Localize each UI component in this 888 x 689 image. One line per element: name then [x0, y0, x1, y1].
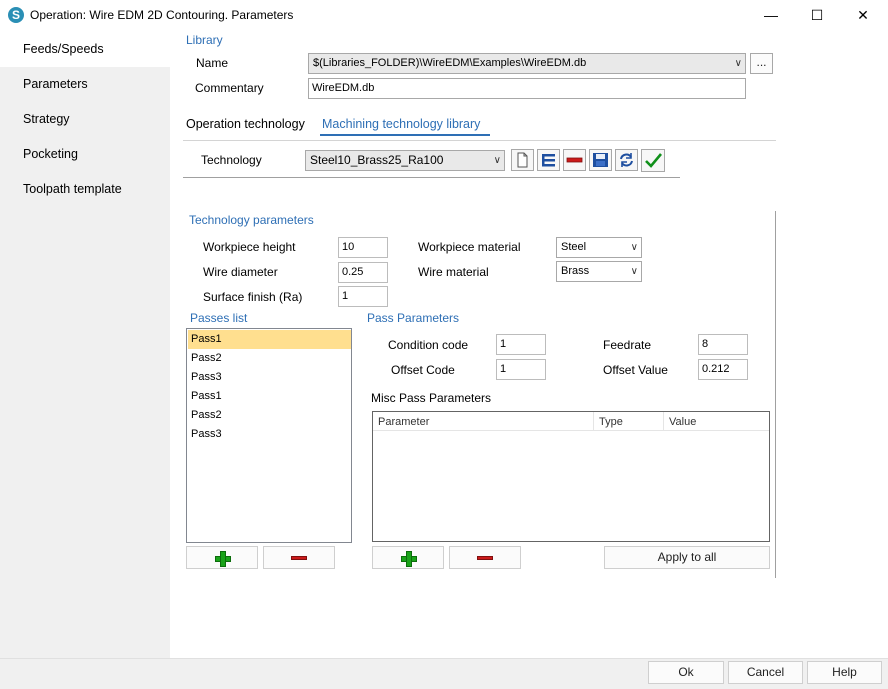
column-header-value[interactable]: Value [669, 416, 696, 428]
column-divider [593, 412, 594, 431]
delete-icon[interactable] [563, 149, 586, 171]
technology-divider [183, 177, 680, 178]
panel-vertical-rule [775, 211, 776, 578]
offset-code-label: Offset Code [391, 363, 455, 377]
passes-listbox[interactable]: Pass1 Pass2 Pass3 Pass1 Pass2 Pass3 [186, 328, 352, 543]
name-label: Name [196, 56, 229, 70]
wire-material-label: Wire material [418, 265, 489, 279]
surface-finish-label: Surface finish (Ra) [203, 290, 303, 304]
workpiece-material-select[interactable]: Steel ∨ [556, 237, 642, 258]
list-item[interactable]: Pass3 [188, 425, 351, 444]
apply-to-all-button[interactable]: Apply to all [604, 546, 770, 569]
wire-material-value: Brass [561, 265, 590, 277]
new-document-icon[interactable] [511, 149, 534, 171]
minus-icon [291, 555, 307, 560]
browse-library-button[interactable]: ... [750, 53, 773, 74]
offset-value-label: Offset Value [603, 363, 668, 377]
minus-icon [477, 555, 493, 560]
tab-operation-technology[interactable]: Operation technology [186, 117, 305, 131]
save-icon[interactable] [589, 149, 612, 171]
chevron-down-icon: ∨ [630, 266, 638, 277]
sidebar-item-toolpath-template[interactable]: Toolpath template [0, 172, 170, 207]
tab-machining-technology-library[interactable]: Machining technology library [322, 117, 480, 131]
sidebar: Feeds/Speeds Parameters Strategy Pocketi… [0, 32, 170, 658]
minimize-button[interactable]: — [748, 0, 794, 30]
column-divider [663, 412, 664, 431]
offset-code-field[interactable]: 1 [496, 359, 546, 380]
workpiece-material-label: Workpiece material [418, 240, 521, 254]
commentary-label: Commentary [195, 81, 264, 95]
refresh-icon[interactable] [615, 149, 638, 171]
remove-misc-parameter-button[interactable] [449, 546, 521, 569]
maximize-button[interactable]: ☐ [794, 0, 840, 30]
tab-divider [183, 140, 776, 141]
list-item[interactable]: Pass2 [188, 406, 351, 425]
list-item[interactable]: Pass2 [188, 349, 351, 368]
sidebar-item-parameters[interactable]: Parameters [0, 67, 170, 102]
library-name-combo[interactable]: $(Libraries_FOLDER)\WireEDM\Examples\Wir… [308, 53, 746, 74]
misc-parameters-grid[interactable]: Parameter Type Value [372, 411, 770, 542]
misc-pass-parameters-label: Misc Pass Parameters [371, 391, 492, 405]
technology-label: Technology [201, 153, 262, 167]
workpiece-height-label: Workpiece height [203, 240, 296, 254]
commentary-field[interactable]: WireEDM.db [308, 78, 746, 99]
wire-material-select[interactable]: Brass ∨ [556, 261, 642, 282]
window-title: Operation: Wire EDM 2D Contouring. Param… [30, 8, 294, 22]
sidebar-item-pocketing[interactable]: Pocketing [0, 137, 170, 172]
wire-diameter-label: Wire diameter [203, 265, 278, 279]
list-item[interactable]: Pass1 [188, 387, 351, 406]
cancel-button[interactable]: Cancel [728, 661, 803, 684]
condition-code-label: Condition code [388, 338, 469, 352]
pass-parameters-section-label: Pass Parameters [367, 311, 460, 325]
surface-finish-field[interactable]: 1 [338, 286, 388, 307]
workpiece-material-value: Steel [561, 241, 587, 253]
chevron-down-icon: ∨ [493, 155, 501, 166]
app-logo-icon: S [8, 7, 24, 23]
insert-icon[interactable] [537, 149, 560, 171]
close-button[interactable]: ✕ [840, 0, 886, 30]
passes-list-section-label: Passes list [190, 311, 248, 325]
technology-parameters-section-label: Technology parameters [189, 213, 314, 227]
library-name-value: $(Libraries_FOLDER)\WireEDM\Examples\Wir… [313, 57, 587, 69]
sidebar-item-feeds-speeds[interactable]: Feeds/Speeds [0, 32, 170, 67]
chevron-down-icon: ∨ [630, 242, 638, 253]
offset-value-field[interactable]: 0.212 [698, 359, 748, 380]
technology-value: Steel10_Brass25_Ra100 [310, 153, 444, 167]
chevron-down-icon: ∨ [734, 58, 742, 69]
grid-header: Parameter Type Value [373, 412, 769, 431]
column-header-type[interactable]: Type [599, 416, 623, 428]
apply-check-icon[interactable] [641, 149, 665, 172]
condition-code-field[interactable]: 1 [496, 334, 546, 355]
list-item[interactable]: Pass1 [188, 330, 351, 349]
wire-diameter-field[interactable]: 0.25 [338, 262, 388, 283]
add-misc-parameter-button[interactable] [372, 546, 444, 569]
add-pass-button[interactable] [186, 546, 258, 569]
column-header-parameter[interactable]: Parameter [378, 416, 429, 428]
remove-pass-button[interactable] [263, 546, 335, 569]
list-item[interactable]: Pass3 [188, 368, 351, 387]
help-button[interactable]: Help [807, 661, 882, 684]
title-bar: S Operation: Wire EDM 2D Contouring. Par… [0, 0, 888, 32]
library-section-label: Library [186, 33, 223, 47]
feedrate-field[interactable]: 8 [698, 334, 748, 355]
sidebar-item-strategy[interactable]: Strategy [0, 102, 170, 137]
workpiece-height-field[interactable]: 10 [338, 237, 388, 258]
active-tab-underline [320, 134, 490, 136]
ok-button[interactable]: Ok [648, 661, 724, 684]
technology-combo[interactable]: Steel10_Brass25_Ra100 ∨ [305, 150, 505, 171]
feedrate-label: Feedrate [603, 338, 652, 352]
